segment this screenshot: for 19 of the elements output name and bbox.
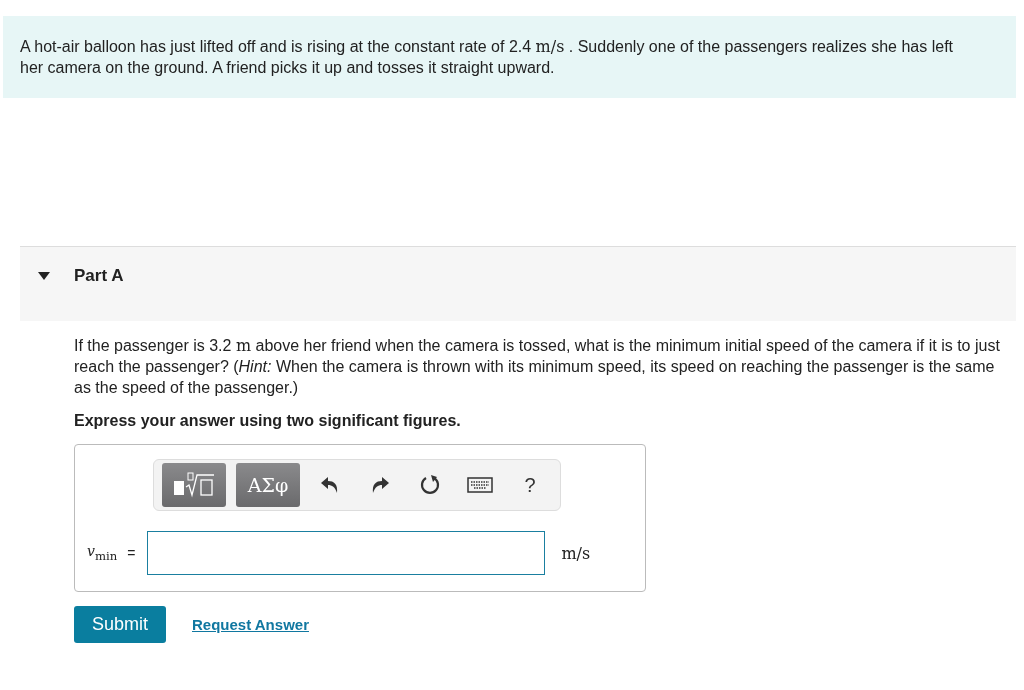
variable-label: v$_{min}$ bbox=[87, 543, 118, 563]
question-text: If the passenger is 3.2 m above her friend when the camera is tossed, what is the minimum initial speed of the camera if it is to just reach the passenger? (Hint: When the camera is thrown with its minimum speed, its speed on reaching the passenger is the same as the speed of the passenger.) bbox=[74, 335, 1001, 398]
help-button[interactable]: ? bbox=[510, 465, 550, 505]
undo-icon bbox=[320, 476, 340, 494]
redo-icon bbox=[370, 476, 390, 494]
instruction-text: Express your answer using two significant figures. bbox=[74, 412, 462, 430]
keyboard-icon bbox=[467, 477, 493, 493]
unit-label: m/s bbox=[561, 543, 591, 563]
equals-sign: = bbox=[127, 545, 136, 561]
reset-icon bbox=[419, 474, 441, 496]
problem-statement: A hot-air balloon has just lifted off and is rising at the constant rate of 2.4 m/s . Suddenly one of the passengers realizes she has left her camera on the ground. A friend picks it up and tosses it straight upward. bbox=[3, 16, 1016, 98]
answer-input-field[interactable] bbox=[147, 531, 546, 575]
request-answer-link[interactable]: Request Answer bbox=[192, 616, 309, 633]
template-button[interactable] bbox=[162, 463, 226, 507]
collapse-triangle-icon[interactable] bbox=[38, 272, 50, 280]
radical-template-icon bbox=[172, 472, 216, 498]
symbols-button[interactable]: ΑΣφ bbox=[236, 463, 300, 507]
submit-button[interactable]: Submit bbox=[74, 606, 166, 643]
part-title[interactable]: Part A bbox=[74, 266, 124, 286]
